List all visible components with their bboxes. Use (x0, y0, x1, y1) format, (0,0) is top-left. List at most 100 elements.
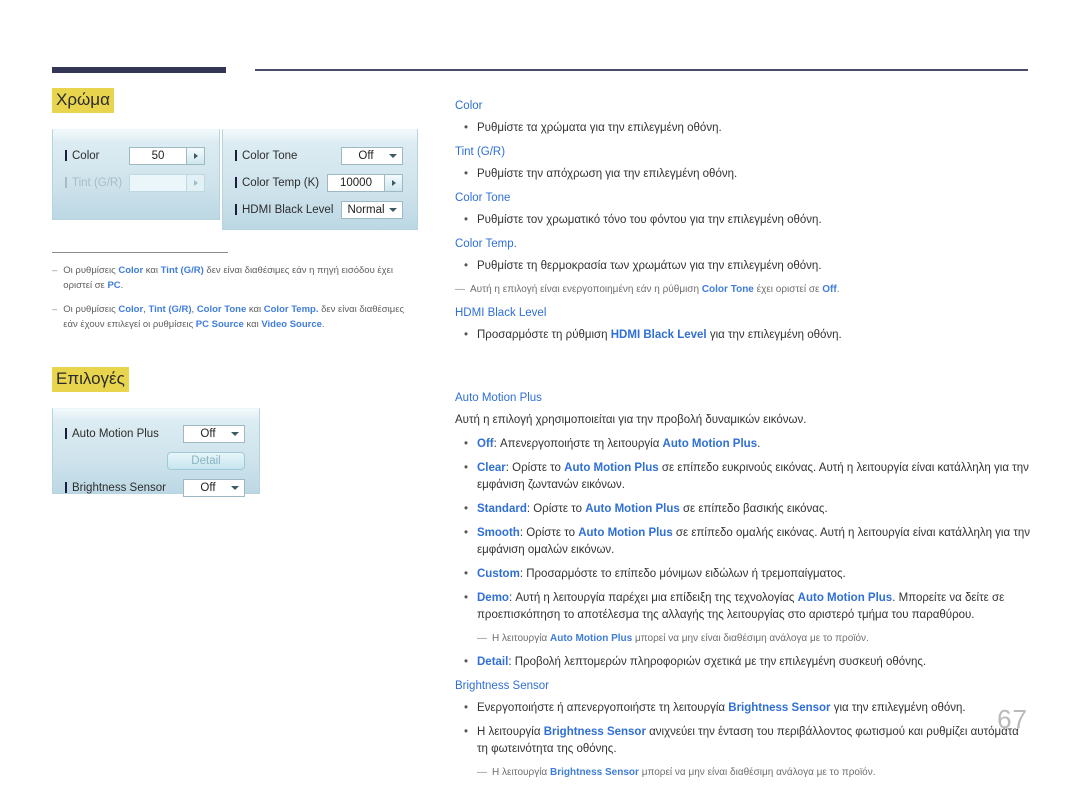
options-panel: Auto Motion Plus Off Detail Brightness Sens… (52, 408, 260, 497)
bullet-text: Standard: Ορίστε το Auto Motion Plus σε … (477, 501, 1030, 518)
setting-control (129, 173, 205, 192)
setting-label: Color Tone (235, 150, 297, 162)
bullet-item: • Ρυθμίστε τον χρωματικό τόνο του φόντου … (455, 212, 1030, 229)
footnote: – Οι ρυθμίσεις Color, Tint (G/R), Color T… (52, 302, 414, 332)
keyword-term: Off (822, 284, 837, 295)
spinner-value[interactable]: 50 (130, 147, 186, 164)
keyword-term: Auto Motion Plus (797, 592, 893, 604)
dropdown-field[interactable]: Off (183, 478, 245, 497)
subnote-dash: ― (455, 284, 465, 295)
bullet-text: Clear: Ορίστε το Auto Motion Plus σε επί… (477, 460, 1030, 494)
header-divider-line (255, 69, 1028, 71)
setting-control: Detail (167, 451, 245, 470)
keyword-term: Clear (477, 462, 506, 474)
bullet-dot-icon: • (463, 329, 469, 341)
options-row-auto-motion-plus: Auto Motion Plus Off (65, 420, 245, 447)
paragraph: Αυτή η επιλογή χρησιμοποιείται για την π… (455, 412, 1030, 429)
text-run: Ρυθμίστε την απόχρωση για την επιλεγμένη… (477, 168, 738, 180)
text-run: Προσαρμόστε τη ρύθμιση (477, 329, 611, 341)
text-run: Οι ρυθμίσεις (63, 265, 119, 276)
keyword-term: Standard (477, 503, 527, 515)
bullet-item: • Smooth: Ορίστε το Auto Motion Plus σε ε… (455, 525, 1030, 559)
subnote-text: Η λειτουργία Auto Motion Plus μπορεί να … (492, 631, 1030, 647)
text-run: Η λειτουργία (477, 726, 544, 738)
caret-right-icon[interactable] (186, 147, 204, 164)
dropdown-field[interactable]: Off (183, 424, 245, 443)
subsection-heading-color: Color (455, 100, 483, 112)
text-run: Ρυθμίστε τα χρώματα για την επιλεγμένη ο… (477, 122, 722, 134)
spinner-value[interactable] (130, 174, 186, 191)
keyword-term: PC (107, 280, 121, 291)
page-number: 67 (997, 704, 1028, 734)
bullet-dot-icon: • (463, 568, 469, 580)
bullet-item: • Demo: Αυτή η λειτουργία παρέχει μια επί… (455, 590, 1030, 624)
color-settings-panel-group: Color 50 Tint (G/R) Color Tone Off Color Tem… (52, 129, 432, 230)
color-panel-right: Color Tone Off Color Temp (K) 10000 HDMI Bla… (222, 129, 418, 230)
bullet-text: Demo: Αυτή η λειτουργία παρέχει μια επίδ… (477, 590, 1030, 624)
keyword-term: Tint (G/R) (160, 265, 204, 276)
color-right-row-color-temp-k: Color Temp (K) 10000 (235, 169, 403, 196)
bullet-text: Off: Απενεργοποιήστε τη λειτουργία Auto … (477, 436, 1030, 453)
chevron-down-icon[interactable] (389, 207, 397, 212)
subsection-heading-tint-g-r: Tint (G/R) (455, 146, 506, 158)
bullet-dot-icon: • (463, 702, 469, 714)
keyword-term: Brightness Sensor (543, 726, 646, 738)
setting-label: HDMI Black Level (235, 204, 333, 216)
subnote: ― Αυτή η επιλογή είναι ενεργοποιημένη εάν… (455, 282, 1030, 298)
bullet-dot-icon: • (463, 122, 469, 134)
section-heading-color: Χρώμα (52, 88, 114, 113)
subnote-dash: ― (477, 633, 487, 644)
right-column: Color • Ρυθμίστε τα χρώματα για την επιλεγ… (455, 98, 1030, 788)
dropdown-field[interactable]: Normal (341, 200, 403, 219)
bullet-text: Ενεργοποιήστε ή απενεργοποιήστε τη λειτο… (477, 700, 1030, 717)
spinner-field[interactable]: 10000 (327, 173, 403, 192)
caret-right-icon[interactable] (384, 174, 402, 191)
bullet-item: • Detail: Προβολή λεπτομερών πληροφοριών … (455, 654, 1030, 671)
text-run: σε επίπεδο βασικής εικόνας. (679, 503, 828, 515)
bullet-dot-icon: • (463, 214, 469, 226)
text-run: : Ορίστε το (526, 503, 586, 515)
footnote-dash: – (52, 265, 58, 276)
bullet-item: • Clear: Ορίστε το Auto Motion Plus σε επ… (455, 460, 1030, 494)
text-run: Οι ρυθμίσεις (63, 304, 119, 315)
spinner-value[interactable]: 10000 (328, 174, 384, 191)
bullet-item: • Off: Απενεργοποιήστε τη λειτουργία Auto… (455, 436, 1030, 453)
text-run: Αυτή η επιλογή χρησιμοποιείται για την π… (455, 414, 807, 426)
dropdown-field[interactable]: Off (341, 146, 403, 165)
caret-right-icon[interactable] (186, 174, 204, 191)
dropdown-value: Normal (347, 203, 385, 216)
dropdown-value: Off (200, 481, 216, 494)
spinner-field[interactable]: 50 (129, 146, 205, 165)
color-right-row-color-tone: Color Tone Off (235, 142, 403, 169)
chevron-down-icon[interactable] (231, 485, 239, 490)
subsection-heading-color-tone: Color Tone (455, 192, 511, 204)
text-run: μπορεί να μην είναι διαθέσιμη ανάλογα με… (638, 767, 876, 778)
bullet-text: Ρυθμίστε τον χρωματικό τόνο του φόντου γ… (477, 212, 1030, 229)
footnote: – Οι ρυθμίσεις Color και Tint (G/R) δεν ε… (52, 263, 414, 293)
bullet-text: Smooth: Ορίστε το Auto Motion Plus σε επ… (477, 525, 1030, 559)
bullet-dot-icon: • (463, 592, 469, 604)
subnote-text: Η λειτουργία Brightness Sensor μπορεί να… (492, 765, 1030, 781)
setting-control: Off (183, 478, 245, 497)
keyword-term: Color Temp. (263, 304, 319, 315)
detail-button[interactable]: Detail (167, 451, 245, 470)
setting-control: 50 (129, 146, 205, 165)
text-run: για την επιλεγμένη οθόνη. (706, 329, 842, 341)
bullet-item: • Ενεργοποιήστε ή απενεργοποιήστε τη λειτ… (455, 700, 1030, 717)
keyword-term: Color (118, 304, 144, 315)
keyword-term: HDMI Black Level (610, 329, 707, 341)
spinner-field[interactable] (129, 173, 205, 192)
text-run: : Απενεργοποιήστε τη λειτουργία (493, 438, 663, 450)
text-run: : Προβολή λεπτομερών πληροφοριών σχετικά… (508, 656, 927, 668)
bullet-dot-icon: • (463, 656, 469, 668)
text-run: και (143, 265, 161, 276)
setting-control: 10000 (327, 173, 403, 192)
setting-label: Brightness Sensor (65, 482, 166, 494)
color-notes-list: – Οι ρυθμίσεις Color και Tint (G/R) δεν ε… (52, 263, 432, 332)
text-run: μπορεί να μην είναι διαθέσιμη ανάλογα με… (632, 633, 869, 644)
subsection-heading-auto-motion-plus: Auto Motion Plus (455, 392, 542, 404)
subnote-dash: ― (477, 767, 487, 778)
chevron-down-icon[interactable] (231, 431, 239, 436)
chevron-down-icon[interactable] (389, 153, 397, 158)
subsection-heading-color-temp: Color Temp. (455, 238, 517, 250)
